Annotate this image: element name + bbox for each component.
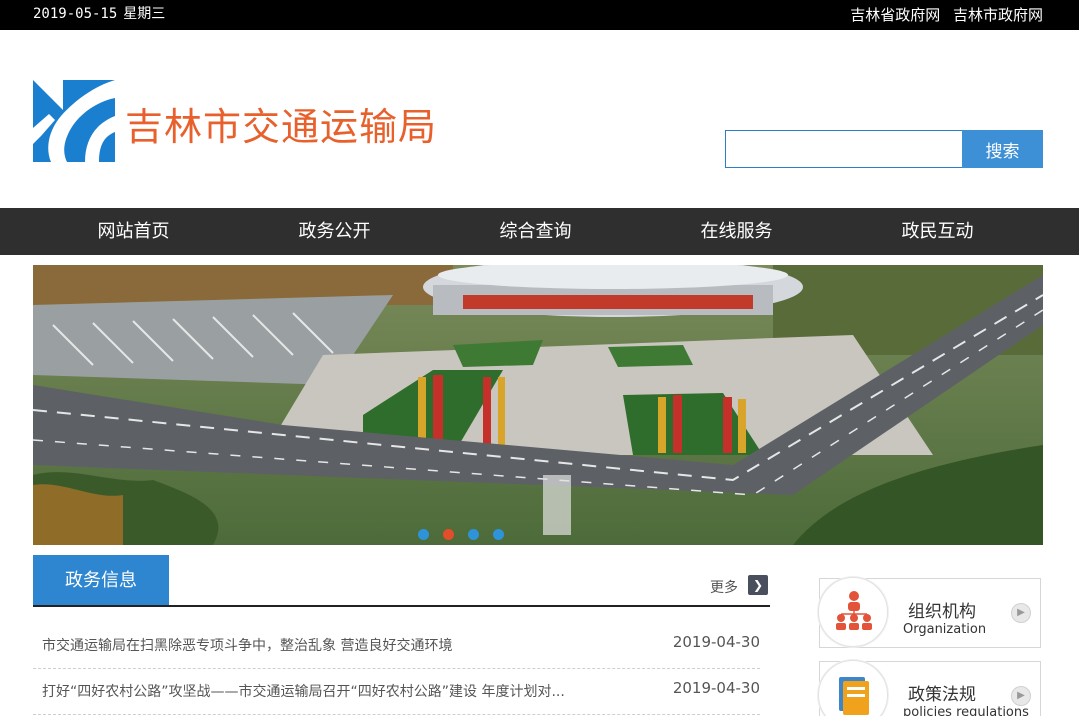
logo-mark-icon bbox=[33, 80, 116, 162]
list-item[interactable]: 打好“四好农村公路”攻坚战——市交通运输局召开“四好农村公路”建设 年度计划对.… bbox=[33, 669, 760, 715]
nav-item-home[interactable]: 网站首页 bbox=[33, 208, 234, 255]
search-button[interactable]: 搜索 bbox=[962, 130, 1043, 168]
list-item[interactable]: 市交通运输局在扫黑除恶专项斗争中，整治乱象 营造良好交通环境 2019-04-3… bbox=[33, 623, 760, 669]
nav-item-gov-affairs[interactable]: 政务公开 bbox=[234, 208, 435, 255]
banner-image[interactable] bbox=[33, 265, 1043, 545]
link-jilin-province-gov[interactable]: 吉林省政府网 bbox=[850, 6, 940, 24]
news-date: 2019-04-30 bbox=[672, 679, 760, 697]
banner-dot-3[interactable] bbox=[468, 529, 479, 540]
date-text: 2019-05-15 bbox=[33, 6, 118, 22]
nav-item-online-service[interactable]: 在线服务 bbox=[636, 208, 837, 255]
folder-icon bbox=[818, 660, 888, 716]
side-card-policies[interactable]: 政策法规 policies regulations ▶ bbox=[818, 660, 1041, 716]
news-date: 2019-04-30 bbox=[672, 633, 760, 651]
main-nav: 网站首页 政务公开 综合查询 在线服务 政民互动 bbox=[0, 208, 1079, 255]
chevron-right-icon[interactable]: ▶ bbox=[1011, 686, 1031, 706]
card-title-en: Organization bbox=[903, 622, 987, 637]
stadium-aerial-photo bbox=[33, 265, 1043, 545]
current-date: 2019-05-15 星期三 bbox=[33, 3, 165, 23]
card-title-cn: 组织机构 bbox=[908, 602, 976, 622]
link-jilin-city-gov[interactable]: 吉林市政府网 bbox=[953, 6, 1043, 24]
banner-dot-1[interactable] bbox=[418, 529, 429, 540]
side-card-organization[interactable]: 组织机构 Organization ▶ bbox=[818, 577, 1041, 648]
search-input[interactable] bbox=[725, 130, 963, 168]
news-title[interactable]: 市交通运输局在扫黑除恶专项斗争中，整治乱象 营造良好交通环境 bbox=[42, 635, 452, 655]
banner-dot-4[interactable] bbox=[493, 529, 504, 540]
chevron-right-icon[interactable]: ❯ bbox=[748, 575, 768, 595]
org-chart-icon bbox=[818, 577, 888, 647]
more-link[interactable]: 更多 bbox=[710, 577, 738, 597]
card-title-en: policies regulations bbox=[903, 705, 1029, 716]
tab-gov-info[interactable]: 政务信息 bbox=[33, 555, 169, 607]
banner-dot-2[interactable] bbox=[443, 529, 454, 540]
chevron-right-icon[interactable]: ▶ bbox=[1011, 603, 1031, 623]
site-logo[interactable] bbox=[33, 80, 116, 162]
card-title-cn: 政策法规 bbox=[908, 685, 976, 705]
nav-item-query[interactable]: 综合查询 bbox=[435, 208, 636, 255]
top-bar: 2019-05-15 星期三 吉林省政府网 吉林市政府网 bbox=[0, 0, 1079, 30]
news-title[interactable]: 打好“四好农村公路”攻坚战——市交通运输局召开“四好农村公路”建设 年度计划对.… bbox=[42, 681, 565, 701]
site-title: 吉林市交通运输局 bbox=[125, 105, 438, 149]
nav-item-interaction[interactable]: 政民互动 bbox=[837, 208, 1038, 255]
weekday-text: 星期三 bbox=[123, 6, 166, 22]
top-links: 吉林省政府网 吉林市政府网 bbox=[842, 4, 1043, 25]
section-divider bbox=[33, 605, 770, 607]
